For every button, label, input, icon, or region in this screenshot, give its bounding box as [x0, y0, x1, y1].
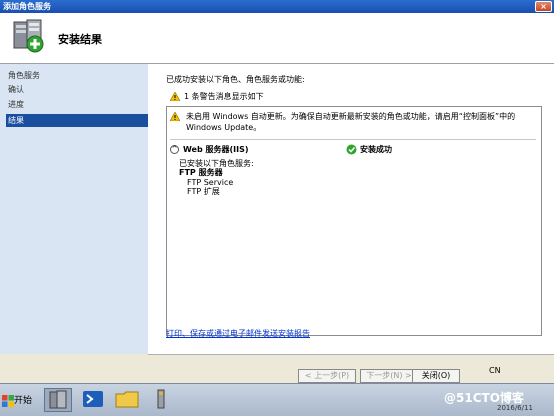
tools-taskbar-button[interactable] — [148, 388, 176, 412]
success-icon — [346, 144, 357, 155]
install-status: 安装成功 — [360, 145, 392, 154]
powershell-taskbar-button[interactable] — [80, 388, 108, 412]
nav-item-role-services[interactable]: 角色服务 — [8, 69, 148, 82]
warning-count-text: 1 条警告消息显示如下 — [184, 92, 264, 101]
service-group: FTP 服务器 — [179, 168, 223, 177]
service-item: FTP 扩展 — [187, 187, 220, 196]
wizard-header: 安装结果 — [0, 13, 554, 64]
start-button[interactable]: 开始 — [2, 392, 36, 410]
add-role-services-window: 添加角色服务 × 安装结果 角色服务 确认 进度 结果 已成功安装以下角色、角色… — [0, 0, 554, 384]
nav-item-confirm[interactable]: 确认 — [8, 83, 148, 96]
page-title: 安装结果 — [58, 33, 102, 46]
results-box: 未启用 Windows 自动更新。为确保自动更新最新安装的角色或功能，请启用“控… — [166, 106, 542, 336]
warning-message: 未启用 Windows 自动更新。为确保自动更新最新安装的角色或功能，请启用“控… — [170, 111, 536, 137]
installed-label: 已安装以下角色服务: — [179, 159, 254, 168]
role-name: Web 服务器(IIS) — [183, 145, 249, 154]
wizard-nav: 角色服务 确认 进度 结果 — [0, 64, 148, 354]
start-label: 开始 — [14, 396, 33, 406]
warning-message-text: 未启用 Windows 自动更新。为确保自动更新最新安装的角色或功能，请启用“控… — [186, 112, 516, 132]
tools-icon — [157, 389, 165, 409]
role-row: ^ Web 服务器(IIS) 安装成功 — [170, 144, 536, 156]
warning-icon — [170, 112, 180, 121]
title-bar: 添加角色服务 × — [0, 0, 554, 13]
close-window-button[interactable]: × — [535, 1, 552, 12]
service-item: FTP Service — [187, 178, 234, 187]
results-pane: 已成功安装以下角色、角色服务或功能: 1 条警告消息显示如下 未启用 Windo… — [148, 64, 554, 354]
warning-count: 1 条警告消息显示如下 — [170, 91, 264, 102]
intro-text: 已成功安装以下角色、角色服务或功能: — [166, 75, 305, 84]
powershell-icon — [83, 391, 103, 407]
window-title: 添加角色服务 — [3, 2, 51, 11]
nav-item-results[interactable]: 结果 — [6, 114, 148, 127]
server-role-icon — [13, 19, 44, 53]
close-button[interactable]: 关闭(O) — [412, 369, 460, 383]
warning-icon — [170, 92, 180, 101]
windows-logo-icon — [2, 394, 14, 407]
collapse-icon[interactable]: ^ — [170, 145, 179, 154]
clock[interactable]: 2016/6/11 — [497, 404, 533, 412]
server-manager-taskbar-button[interactable] — [44, 388, 72, 412]
divider — [170, 139, 536, 140]
folder-icon — [115, 391, 139, 408]
explorer-taskbar-button[interactable] — [114, 388, 142, 412]
language-indicator[interactable]: CN — [489, 366, 501, 375]
prev-button[interactable]: < 上一步(P) — [298, 369, 356, 383]
nav-item-progress[interactable]: 进度 — [8, 98, 148, 111]
next-button[interactable]: 下一步(N) > — [360, 369, 418, 383]
report-link[interactable]: 打印、保存或通过电子邮件发送安装报告 — [166, 328, 310, 339]
server-manager-icon — [49, 390, 67, 409]
